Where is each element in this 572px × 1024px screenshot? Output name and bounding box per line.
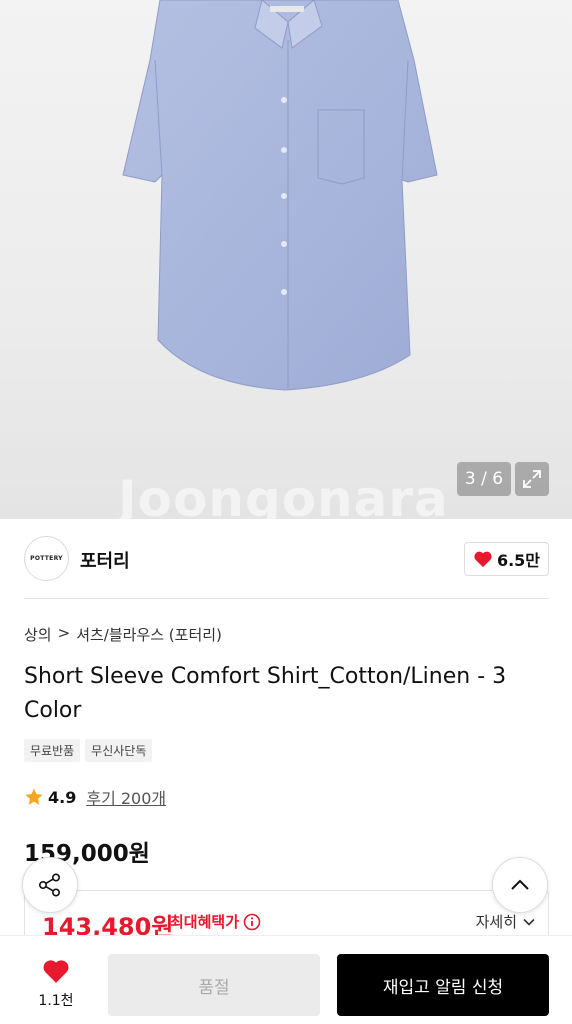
star-icon (25, 788, 43, 805)
rating-score: 4.9 (48, 787, 77, 807)
benefit-label-text: 최대혜택가 (170, 913, 240, 931)
brand-logo-text: POTTERY (30, 555, 63, 562)
expand-icon (523, 470, 541, 488)
info-icon (243, 913, 261, 930)
brand-row: POTTERY 포터리 6.5만 (24, 536, 549, 582)
review-link[interactable]: 후기 200개 (86, 785, 166, 809)
rating: 4.9 후기 200개 (24, 785, 166, 809)
tag-exclusive: 무신사단독 (85, 739, 153, 762)
product-title: Short Sleeve Comfort Shirt_Cotton/Linen … (24, 664, 507, 723)
image-counter: 3 / 6 (457, 462, 511, 496)
benefit-label[interactable]: 최대혜택가 (170, 911, 261, 932)
watermark: Joongonara (118, 470, 449, 519)
soldout-button: 품절 (108, 954, 320, 1016)
product-image (122, 0, 438, 391)
brand-like-count: 6.5만 (496, 551, 541, 570)
divider (24, 598, 549, 599)
breadcrumb-category[interactable]: 상의 (24, 624, 52, 645)
chevron-up-icon (511, 879, 529, 890)
share-button[interactable] (22, 857, 78, 913)
brand-like-button[interactable]: 6.5만 (464, 542, 549, 576)
wish-count: 1.1천 (38, 993, 74, 1009)
wish-button[interactable]: 1.1천 (22, 958, 90, 1010)
expand-button[interactable] (515, 462, 549, 496)
detail-label: 자세히 (475, 913, 517, 931)
chevron-right-icon: > (57, 624, 71, 642)
heart-icon (474, 551, 492, 568)
bottom-action-bar: 1.1천 품절 재입고 알림 신청 (0, 935, 572, 1024)
detail-toggle[interactable]: 자세히 (476, 911, 536, 932)
heart-icon (43, 960, 69, 983)
breadcrumb: 상의 > 셔츠/블라우스 (포터리) (24, 624, 222, 645)
breadcrumb-subcategory[interactable]: 셔츠/블라우스 (포터리) (76, 624, 222, 645)
product-image-gallery[interactable]: Joongonara 3 / 6 (0, 0, 572, 519)
scroll-top-button[interactable] (492, 857, 548, 913)
brand-name[interactable]: 포터리 (80, 547, 130, 573)
chevron-down-icon (523, 918, 535, 926)
share-icon (38, 873, 61, 897)
brand-logo[interactable]: POTTERY (24, 536, 69, 581)
tag-free-return: 무료반품 (24, 739, 81, 762)
product-tags: 무료반품 무신사단독 (24, 739, 153, 762)
restock-alert-button[interactable]: 재입고 알림 신청 (337, 954, 549, 1016)
